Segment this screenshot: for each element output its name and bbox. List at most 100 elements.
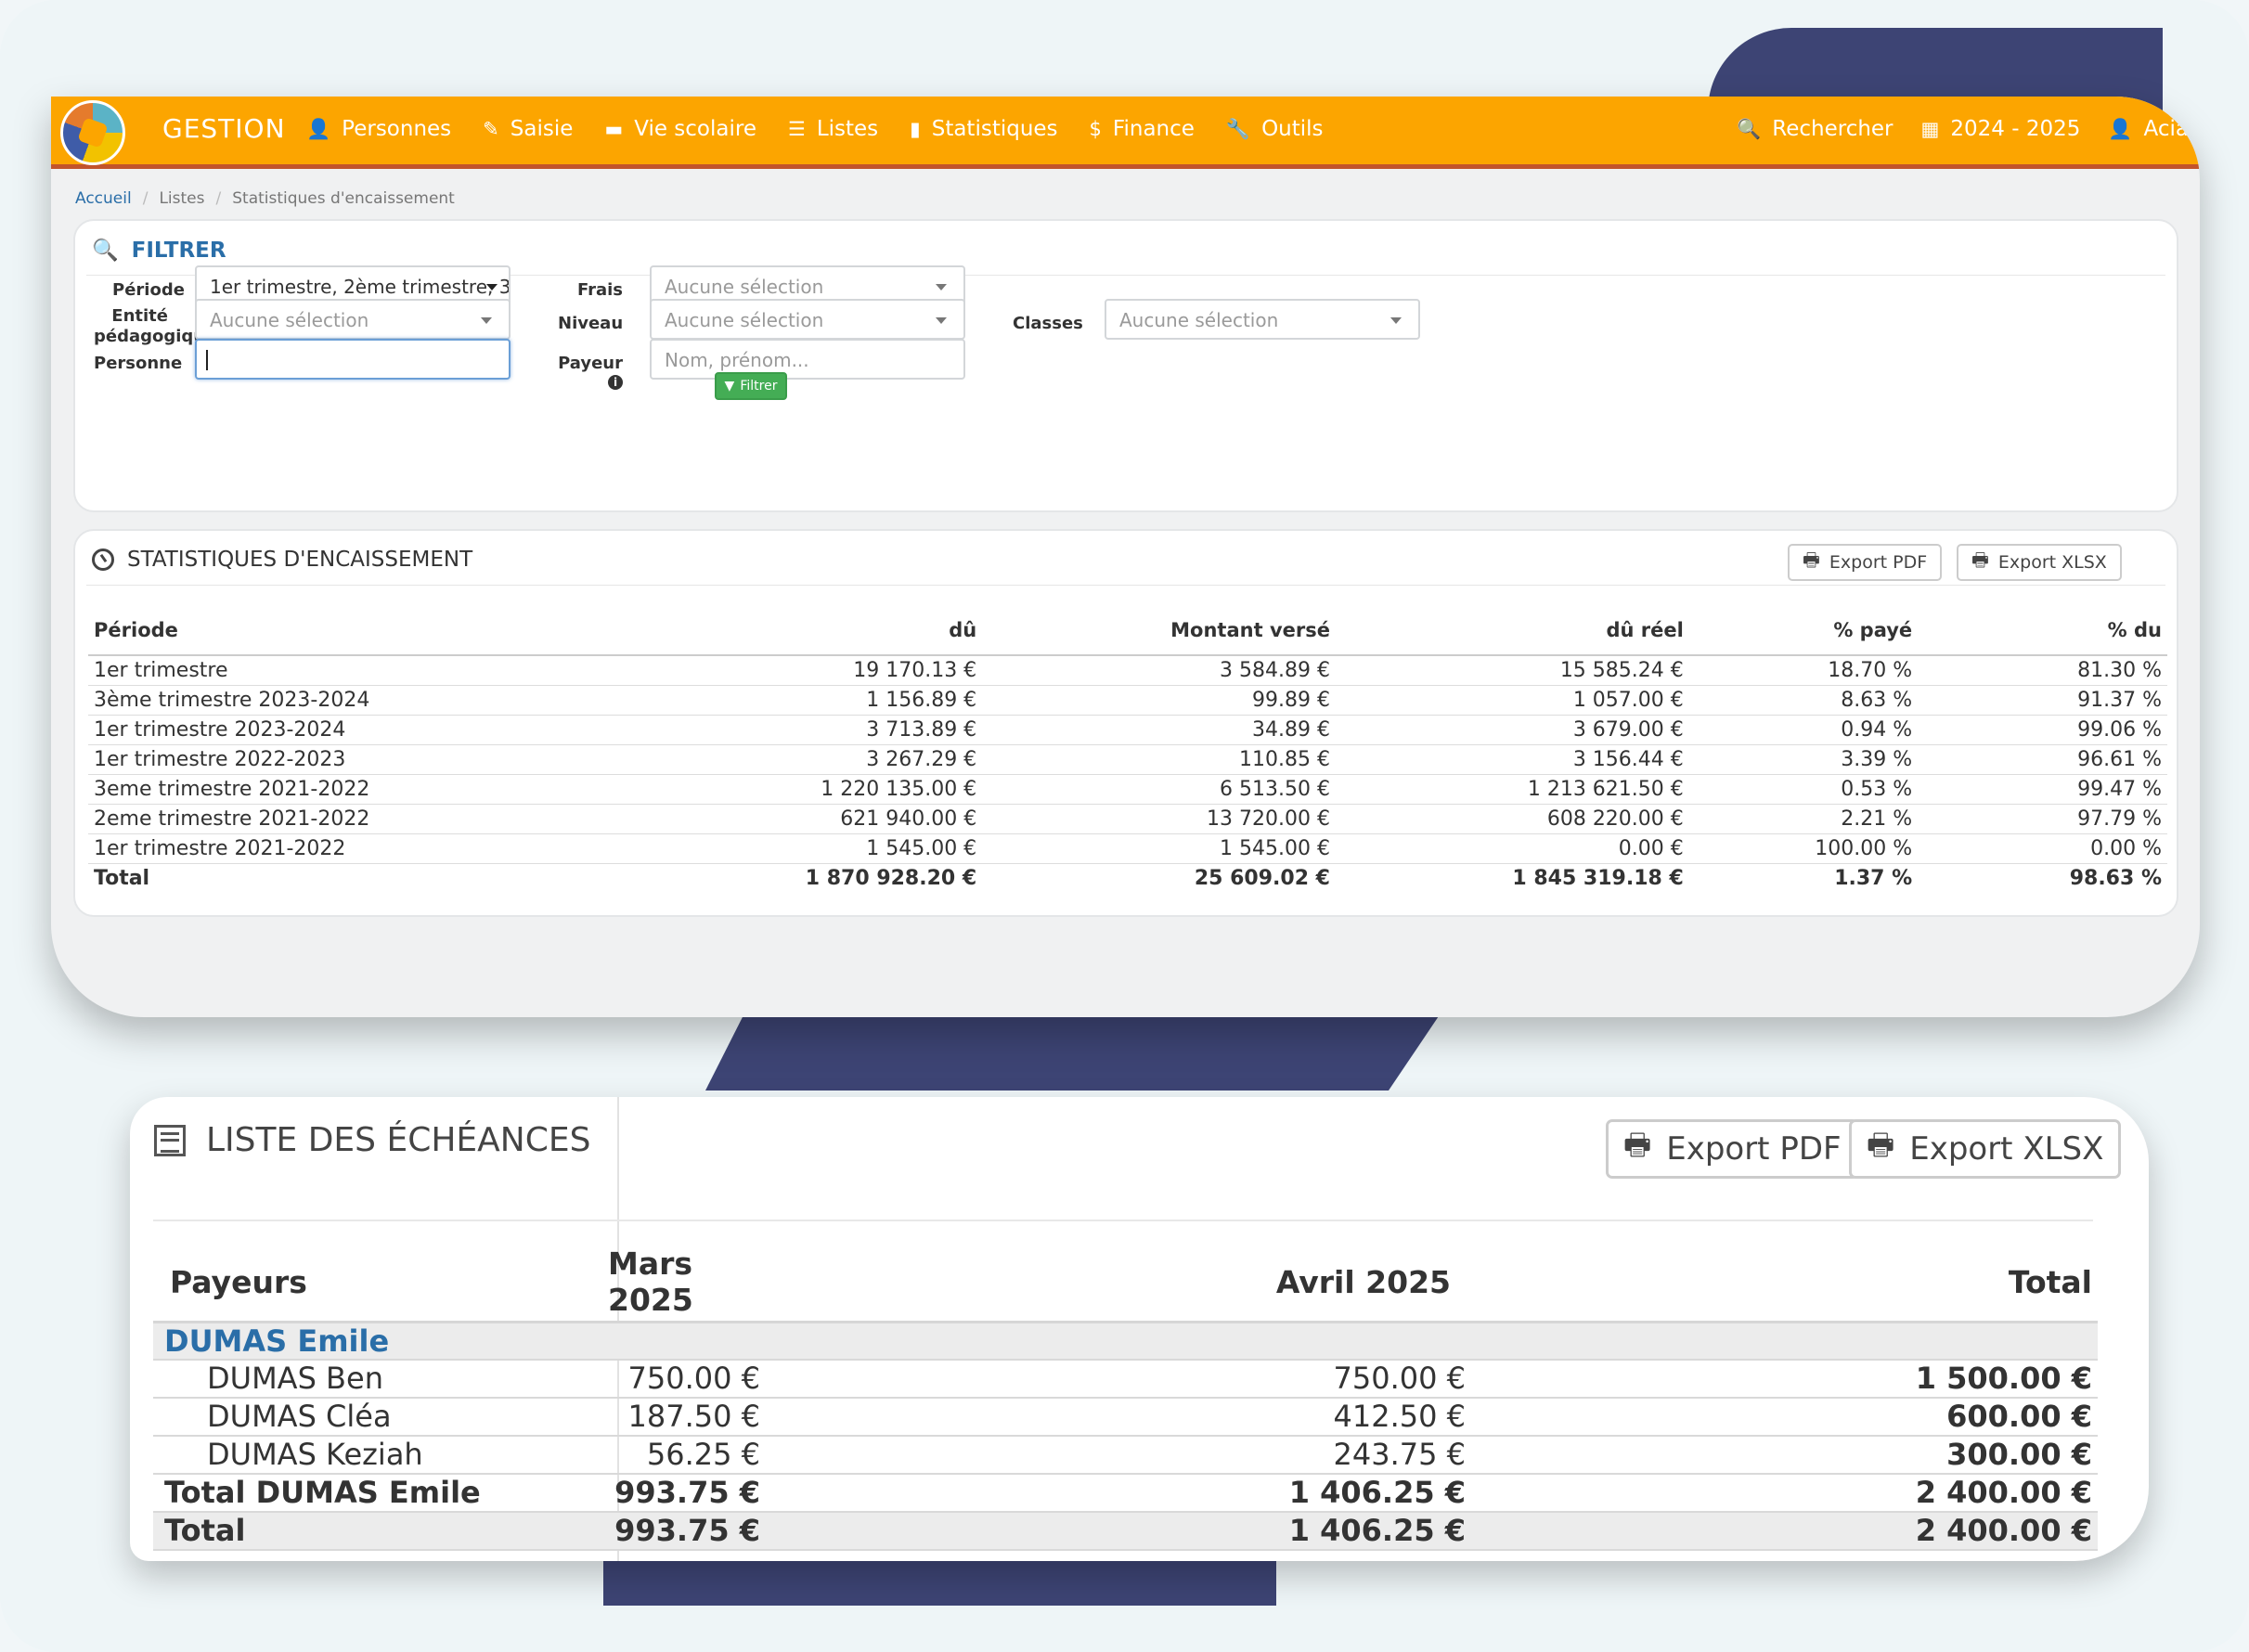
table-cell: 1 213 621.50 €: [1335, 774, 1689, 805]
info-icon[interactable]: i: [608, 375, 623, 390]
breadcrumb-listes[interactable]: Listes: [159, 189, 204, 208]
nav-label: Statistiques: [931, 117, 1058, 141]
table-row: 2eme trimestre 2021-2022 621 940.00 €13 7…: [88, 804, 2167, 834]
export-xlsx-label: Export XLSX: [1909, 1130, 2104, 1168]
printer-icon: 🖶: [1867, 1127, 1895, 1162]
app-logo[interactable]: [60, 100, 125, 165]
nav-rechercher[interactable]: 🔍 Rechercher: [1737, 117, 1893, 141]
breadcrumb: Accueil / Listes / Statistiques d'encais…: [75, 189, 455, 208]
export-xlsx-button[interactable]: 🖶 Export XLSX: [1849, 1119, 2122, 1179]
table-cell: 187.50 €: [599, 1397, 766, 1437]
table-cell: 3.39 %: [1688, 744, 1919, 775]
main-menu: 👤 Personnes ✎ Saisie ▬ Vie scolaire ☰ Listes…: [306, 117, 1324, 141]
chevron-down-icon: [486, 284, 498, 290]
niveau-select[interactable]: Aucune sélection: [650, 299, 965, 340]
nav-user-account[interactable]: 👤 Acia: [2108, 117, 2189, 141]
nav-label: 2024 - 2025: [1950, 117, 2081, 141]
user-icon: 👤: [306, 117, 331, 140]
table-cell: 1 500.00 €: [1471, 1359, 2098, 1399]
column-header[interactable]: Période: [88, 616, 712, 656]
table-cell: 412.50 €: [766, 1397, 1471, 1437]
table-row: 3eme trimestre 2021-2022 1 220 135.00 €6 …: [88, 774, 2167, 805]
filter-panel: 🔍 FILTRER Période 1er trimestre, 2ème tr…: [73, 219, 2178, 512]
table-cell: 2eme trimestre 2021-2022: [88, 804, 712, 834]
filter-button-label: Filtrer: [740, 379, 778, 394]
table-row: 1er trimestre 19 170.13 €3 584.89 €15 585…: [88, 655, 2167, 686]
table-cell: Total: [153, 1511, 599, 1551]
table-cell: 300.00 €: [1471, 1435, 2098, 1475]
column-header[interactable]: Payeurs: [153, 1244, 599, 1323]
column-header[interactable]: Total: [1471, 1244, 2098, 1323]
payeur-input[interactable]: Nom, prénom...: [650, 339, 965, 380]
table-cell: 25 609.02 €: [1194, 866, 1330, 890]
table-cell: 8.63 %: [1688, 685, 1919, 716]
classes-select[interactable]: Aucune sélection: [1105, 299, 1420, 340]
table-cell: 3 679.00 €: [1335, 715, 1689, 745]
table-cell: 99.47 %: [1918, 774, 2167, 805]
table-cell: 110.85 €: [982, 744, 1336, 775]
export-xlsx-button[interactable]: 🖶 Export XLSX: [1957, 544, 2122, 581]
stats-title-text: STATISTIQUES D'ENCAISSEMENT: [127, 548, 473, 572]
table-cell: 993.75 €: [599, 1473, 766, 1513]
personne-label: Personne: [94, 354, 183, 373]
dollar-icon: $: [1089, 118, 1102, 140]
table-cell: [766, 1322, 1471, 1361]
entite-select[interactable]: Aucune sélection: [195, 299, 511, 340]
table-header-row: Payeurs Mars 2025 Avril 2025 Total: [153, 1244, 2098, 1323]
chevron-down-icon: [1390, 317, 1402, 324]
nav-vie-scolaire[interactable]: ▬ Vie scolaire: [604, 117, 756, 141]
export-xlsx-label: Export XLSX: [1997, 552, 2107, 573]
search-icon: 🔍: [92, 239, 119, 263]
column-header[interactable]: % du: [1918, 616, 2167, 656]
table-cell: 750.00 €: [766, 1359, 1471, 1399]
nav-school-year[interactable]: ▦ 2024 - 2025: [1921, 117, 2081, 141]
table-cell: 3 713.89 €: [712, 715, 983, 745]
table-cell: DUMAS Cléa: [153, 1397, 599, 1437]
table-cell: 1 406.25 €: [766, 1473, 1471, 1513]
table-cell: 1 870 928.20 €: [805, 866, 977, 890]
entite-label: Entité pédagogique: [94, 306, 216, 347]
nav-label: Personnes: [342, 117, 452, 141]
table-cell: 1 545.00 €: [982, 833, 1336, 864]
niveau-placeholder: Aucune sélection: [665, 309, 824, 331]
table-cell: 608 220.00 €: [1335, 804, 1689, 834]
table-cell: DUMAS Ben: [153, 1359, 599, 1399]
stats-table: Période dû Montant versé dû réel % payé …: [88, 616, 2167, 893]
column-header[interactable]: % payé: [1688, 616, 1919, 656]
nav-outils[interactable]: 🔧 Outils: [1226, 117, 1324, 141]
nav-personnes[interactable]: 👤 Personnes: [306, 117, 451, 141]
nav-statistiques[interactable]: ▮ Statistiques: [910, 117, 1057, 141]
table-row: 1er trimestre 2022-2023 3 267.29 €110.85 …: [88, 744, 2167, 775]
nav-listes[interactable]: ☰ Listes: [788, 117, 878, 141]
table-cell: 1.37 %: [1834, 866, 1913, 890]
table-cell: 18.70 %: [1688, 655, 1919, 686]
divider: [86, 585, 2165, 586]
nav-finance[interactable]: $ Finance: [1090, 117, 1195, 141]
table-cell: 1er trimestre 2021-2022: [88, 833, 712, 864]
export-pdf-button[interactable]: 🖶 Export PDF: [1606, 1119, 1859, 1179]
column-header[interactable]: dû: [712, 616, 983, 656]
breadcrumb-accueil[interactable]: Accueil: [75, 189, 132, 208]
column-header[interactable]: Mars 2025: [599, 1244, 766, 1323]
table-row: 1er trimestre 2021-2022 1 545.00 €1 545.0…: [88, 833, 2167, 864]
total-row: Total 993.75 €1 406.25 €2 400.00 €: [153, 1511, 2098, 1551]
nav-saisie[interactable]: ✎ Saisie: [483, 117, 573, 141]
payer-group-link[interactable]: DUMAS Emile: [153, 1322, 599, 1361]
export-pdf-button[interactable]: 🖶 Export PDF: [1788, 544, 1943, 581]
table-cell: 0.00 %: [1918, 833, 2167, 864]
column-header[interactable]: Montant versé: [982, 616, 1336, 656]
filter-button[interactable]: ▼ Filtrer: [715, 372, 787, 400]
nav-label: Outils: [1261, 117, 1324, 141]
table-cell: 0.00 €: [1335, 833, 1689, 864]
table-cell: [599, 1322, 766, 1361]
personne-input[interactable]: [195, 339, 511, 380]
nav-label: Acia: [2143, 117, 2189, 141]
table-cell: 1er trimestre: [88, 655, 712, 686]
column-header[interactable]: dû réel: [1335, 616, 1689, 656]
column-header[interactable]: Avril 2025: [766, 1244, 1471, 1323]
app-window: GESTION 👤 Personnes ✎ Saisie ▬ Vie scolaire…: [51, 97, 2200, 1017]
frais-placeholder: Aucune sélection: [665, 276, 824, 298]
bar-chart-icon: ▮: [910, 118, 921, 140]
brand-label[interactable]: GESTION: [162, 113, 286, 144]
top-navbar: GESTION 👤 Personnes ✎ Saisie ▬ Vie scolaire…: [51, 97, 2200, 169]
